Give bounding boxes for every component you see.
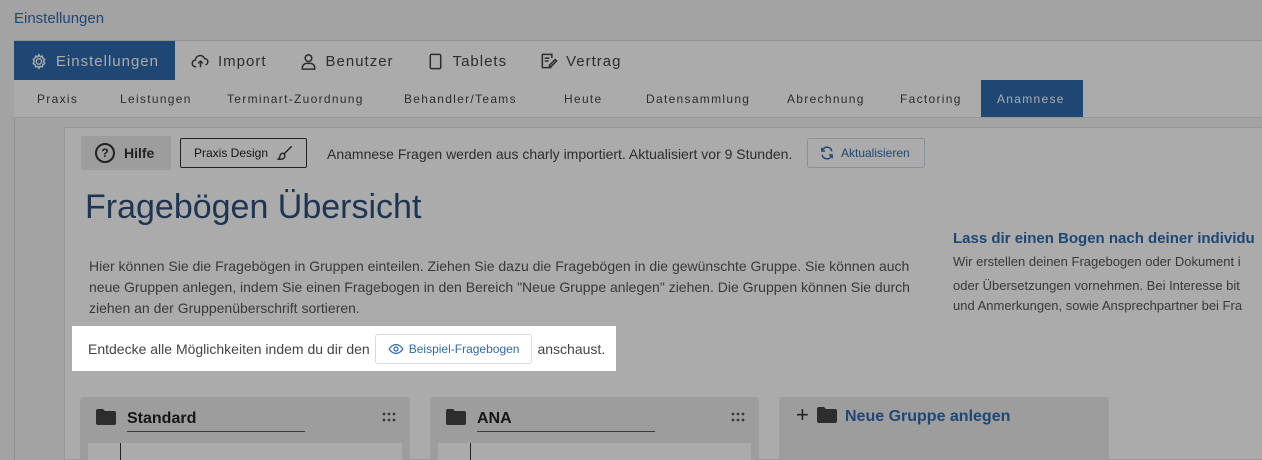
tab-vertrag[interactable]: Vertrag — [523, 41, 637, 81]
tab-import[interactable]: Import — [175, 41, 283, 81]
app-window: Einstellungen Einstellungen Import Benut… — [0, 0, 1262, 460]
question-circle-icon: ? — [95, 143, 115, 163]
praxis-design-label: Praxis Design — [194, 146, 269, 160]
help-button[interactable]: ? Hilfe — [81, 136, 171, 170]
example-button-label: Beispiel-Fragebogen — [408, 341, 520, 356]
drag-handle-icon[interactable] — [731, 412, 745, 422]
subtab-heute[interactable]: Heute — [564, 80, 603, 117]
tab-einstellungen[interactable]: Einstellungen — [14, 41, 175, 81]
drag-handle-icon[interactable] — [382, 412, 396, 422]
refresh-button[interactable]: Aktualisieren — [807, 138, 925, 168]
contract-icon — [541, 53, 558, 68]
refresh-label: Aktualisieren — [841, 146, 910, 160]
new-group-dropzone[interactable]: + Neue Gruppe anlegen — [779, 397, 1109, 460]
main-tab-bar: Einstellungen Import Benutzer Tablets Ve… — [14, 40, 1262, 81]
user-icon — [301, 53, 315, 70]
promo-title[interactable]: Lass dir einen Bogen nach deiner individ… — [953, 230, 1255, 247]
cloud-upload-icon — [191, 54, 209, 67]
brush-icon — [276, 145, 293, 160]
tour-spotlight: Entdecke alle Möglichkeiten indem du dir… — [72, 326, 616, 371]
example-questionnaire-button[interactable]: Beispiel-Fragebogen — [374, 333, 533, 364]
spotlight-text-after: anschaust. — [537, 340, 606, 357]
new-group-label: Neue Gruppe anlegen — [845, 408, 1011, 425]
help-label: Hilfe — [124, 145, 155, 161]
tablet-icon — [429, 53, 442, 69]
subtab-anamnese[interactable]: Anamnese — [981, 80, 1083, 117]
left-border — [14, 118, 15, 460]
tab-label: Import — [218, 52, 267, 70]
spotlight-text-before: Entdecke alle Möglichkeiten indem du dir… — [88, 340, 370, 357]
folder-icon — [817, 407, 837, 423]
folder-icon — [446, 409, 466, 425]
tab-label: Benutzer — [325, 52, 394, 70]
promo-text-line: Wir erstellen deinen Fragebogen oder Dok… — [953, 254, 1241, 269]
refresh-icon — [821, 146, 833, 160]
promo-text-line: und Anmerkungen, sowie Ansprechpartner b… — [953, 298, 1243, 313]
group-standard[interactable]: Standard — [80, 397, 410, 460]
page-header-title: Einstellungen — [14, 10, 105, 27]
eye-icon — [388, 343, 404, 354]
subtab-behandler-teams[interactable]: Behandler/Teams — [404, 80, 517, 117]
sub-tab-bar: Praxis Leistungen Terminart-Zuordnung Be… — [14, 80, 1262, 118]
folder-icon — [96, 409, 116, 425]
subtab-datensammlung[interactable]: Datensammlung — [646, 80, 750, 117]
import-status-text: Anamnese Fragen werden aus charly import… — [327, 146, 793, 162]
subtab-factoring[interactable]: Factoring — [900, 80, 962, 117]
tab-benutzer[interactable]: Benutzer — [283, 41, 410, 81]
tab-label: Einstellungen — [55, 52, 159, 70]
page-description: Hier können Sie die Fragebögen in Gruppe… — [89, 258, 910, 316]
questionnaire-item[interactable] — [438, 443, 751, 460]
subtab-abrechnung[interactable]: Abrechnung — [787, 80, 865, 117]
subtab-terminart-zuordnung[interactable]: Terminart-Zuordnung — [227, 80, 364, 117]
subtab-leistungen[interactable]: Leistungen — [120, 80, 192, 117]
group-name[interactable]: ANA — [477, 410, 655, 432]
questionnaire-item[interactable] — [88, 443, 402, 460]
tab-label: Vertrag — [566, 52, 622, 70]
subtab-praxis[interactable]: Praxis — [37, 80, 78, 117]
group-ana[interactable]: ANA — [430, 397, 759, 460]
praxis-design-button[interactable]: Praxis Design — [180, 138, 307, 168]
page-title: Fragebögen Übersicht — [85, 188, 422, 226]
plus-icon: + — [796, 402, 809, 427]
tab-tablets[interactable]: Tablets — [410, 41, 524, 81]
gear-icon — [32, 52, 46, 70]
item-divider — [120, 443, 121, 460]
item-divider — [470, 443, 471, 460]
group-name[interactable]: Standard — [127, 410, 305, 432]
tab-label: Tablets — [452, 52, 508, 70]
promo-text-line: oder Übersetzungen vornehmen. Bei Intere… — [953, 278, 1240, 293]
